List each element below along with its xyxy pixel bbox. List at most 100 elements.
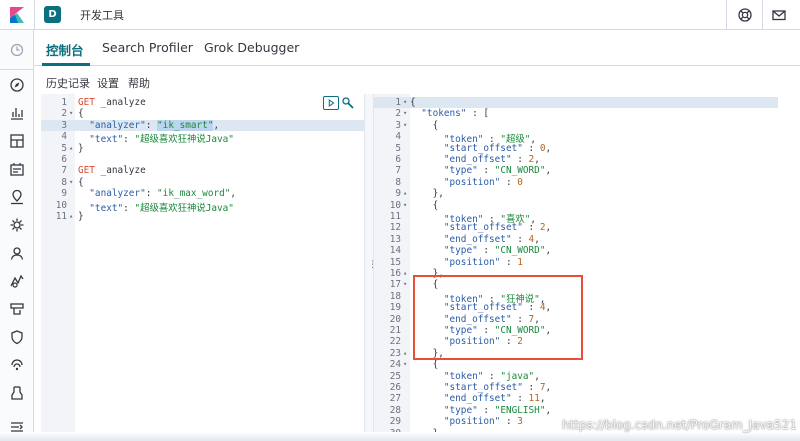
mail-icon[interactable] <box>771 7 787 23</box>
top-header: D 开发工具 <box>0 0 800 30</box>
fold-toggle[interactable]: ▴ <box>403 269 407 277</box>
pane-resizer[interactable]: ⋮ <box>364 94 377 441</box>
tab-search-profiler[interactable]: Search Profiler <box>102 40 193 55</box>
code-line[interactable]: { <box>78 177 84 188</box>
devtools-tabs: 控制台 Search Profiler Grok Debugger <box>34 30 800 66</box>
canvas-icon[interactable] <box>9 161 25 177</box>
maps-icon[interactable] <box>9 189 25 205</box>
code-line[interactable]: "start_offset" : 2, <box>410 222 551 233</box>
apm-icon[interactable] <box>9 273 25 289</box>
code-token: "ENGLISH" <box>494 404 546 416</box>
request-editor[interactable]: 1 GET _analyze 2 ▾{3 "analyzer": "ik_smart"… <box>41 94 364 441</box>
fold-toggle[interactable]: ▾ <box>403 121 407 129</box>
code-token: "position" <box>410 176 501 188</box>
code-line[interactable]: "tokens" : [ <box>410 108 489 119</box>
line-number: 8 <box>395 176 401 188</box>
uptime-icon[interactable] <box>9 301 25 317</box>
compass-icon[interactable] <box>9 77 25 93</box>
code-token: "analyzer" <box>78 188 146 200</box>
wrench-icon[interactable] <box>341 96 355 110</box>
code-token: , <box>534 154 540 165</box>
code-token: 0 <box>517 176 523 188</box>
code-line[interactable]: "position" : 3 <box>410 416 523 427</box>
fold-toggle[interactable]: ▴ <box>69 212 73 220</box>
line-number: 1 <box>61 97 67 108</box>
line-number: 4 <box>395 131 401 143</box>
code-line[interactable]: { <box>78 108 84 119</box>
chart-icon[interactable] <box>9 105 25 121</box>
code-line[interactable]: "text": "超级喜欢狂神说Java" <box>78 200 234 214</box>
code-line[interactable]: { <box>410 359 439 370</box>
line-number: 5 <box>61 142 67 154</box>
code-line[interactable]: "text": "超级喜欢狂神说Java" <box>78 131 234 145</box>
code-line[interactable]: } <box>78 143 84 154</box>
line-number: 20 <box>389 313 401 325</box>
user-icon[interactable] <box>9 245 25 261</box>
code-token: : <box>511 393 529 405</box>
code-line[interactable]: { <box>410 119 439 131</box>
line-number: 17 <box>389 279 401 291</box>
code-token: "position" <box>410 416 501 428</box>
code-line[interactable]: { <box>410 97 416 108</box>
fold-toggle[interactable]: ▾ <box>69 109 73 117</box>
code-token: : <box>522 142 540 154</box>
menu-history[interactable]: 历史记录 <box>46 75 90 91</box>
code-line[interactable]: "analyzer": "ik_max_word", <box>78 188 236 199</box>
monitoring-icon[interactable] <box>9 357 25 373</box>
fold-toggle[interactable]: ▾ <box>403 109 407 117</box>
fold-toggle[interactable]: ▾ <box>69 178 73 186</box>
line-number: 27 <box>389 393 401 405</box>
fold-toggle[interactable]: ▾ <box>403 280 407 288</box>
code-token: { <box>410 119 439 131</box>
code-line[interactable]: "end_offset" : 2, <box>410 154 540 165</box>
code-line[interactable]: "token" : "java", <box>410 371 540 382</box>
code-line[interactable]: "type" : "CN_WORD", <box>410 245 551 256</box>
line-number: 25 <box>389 370 401 382</box>
code-line[interactable]: GET _analyze <box>78 165 146 176</box>
code-token: { <box>78 176 84 188</box>
code-line[interactable]: "type" : "CN_WORD", <box>410 165 551 176</box>
fold-toggle[interactable]: ▾ <box>403 360 407 368</box>
code-line[interactable]: "start_offset" : 0, <box>410 143 551 154</box>
line-number: 29 <box>389 416 401 428</box>
code-token: : <box>500 256 518 268</box>
clock-icon[interactable] <box>9 42 25 58</box>
menu-settings[interactable]: 设置 <box>97 75 119 91</box>
code-line[interactable]: "end_offset" : 11, <box>410 393 546 404</box>
line-number: 12 <box>389 222 401 234</box>
fold-toggle[interactable]: ▾ <box>403 201 407 209</box>
fold-toggle[interactable]: ▴ <box>69 144 73 152</box>
code-line[interactable]: "start_offset" : 7, <box>410 382 551 393</box>
line-number: 16 <box>389 268 401 279</box>
code-line[interactable]: "end_offset" : 4, <box>410 234 540 245</box>
code-token: : <box>123 202 135 214</box>
fold-toggle[interactable]: ▾ <box>403 98 407 106</box>
code-token: "CN_WORD" <box>494 245 546 257</box>
ml-icon[interactable] <box>9 217 25 233</box>
fold-toggle[interactable]: ▴ <box>403 349 407 357</box>
code-token: { <box>410 97 416 108</box>
dashboard-icon[interactable] <box>9 133 25 149</box>
code-line[interactable]: }, <box>410 188 444 199</box>
code-line[interactable]: } <box>78 211 84 222</box>
code-line[interactable]: "position" : 1 <box>410 257 523 268</box>
code-line[interactable]: "type" : "ENGLISH", <box>410 405 551 416</box>
menu-help[interactable]: 帮助 <box>128 75 150 91</box>
fold-toggle[interactable]: ▴ <box>403 189 407 197</box>
run-request-button[interactable] <box>323 96 339 110</box>
line-number: 10 <box>389 199 401 211</box>
code-line[interactable]: "analyzer": "ik_smart", <box>78 119 219 131</box>
tab-grok-debugger[interactable]: Grok Debugger <box>204 40 299 55</box>
code-token: { <box>78 108 84 120</box>
space-avatar[interactable]: D <box>44 6 61 23</box>
tab-console[interactable]: 控制台 <box>46 40 84 59</box>
code-line[interactable]: GET _analyze <box>78 97 146 108</box>
code-line[interactable]: "position" : 0 <box>410 177 523 188</box>
code-token: "start_offset" <box>410 222 523 234</box>
code-token: "text" <box>78 202 124 214</box>
help-icon[interactable] <box>737 7 753 23</box>
code-line[interactable]: { <box>410 200 439 211</box>
devtools-icon[interactable] <box>9 385 25 401</box>
kibana-logo-icon[interactable] <box>8 6 26 24</box>
siem-icon[interactable] <box>9 329 25 345</box>
